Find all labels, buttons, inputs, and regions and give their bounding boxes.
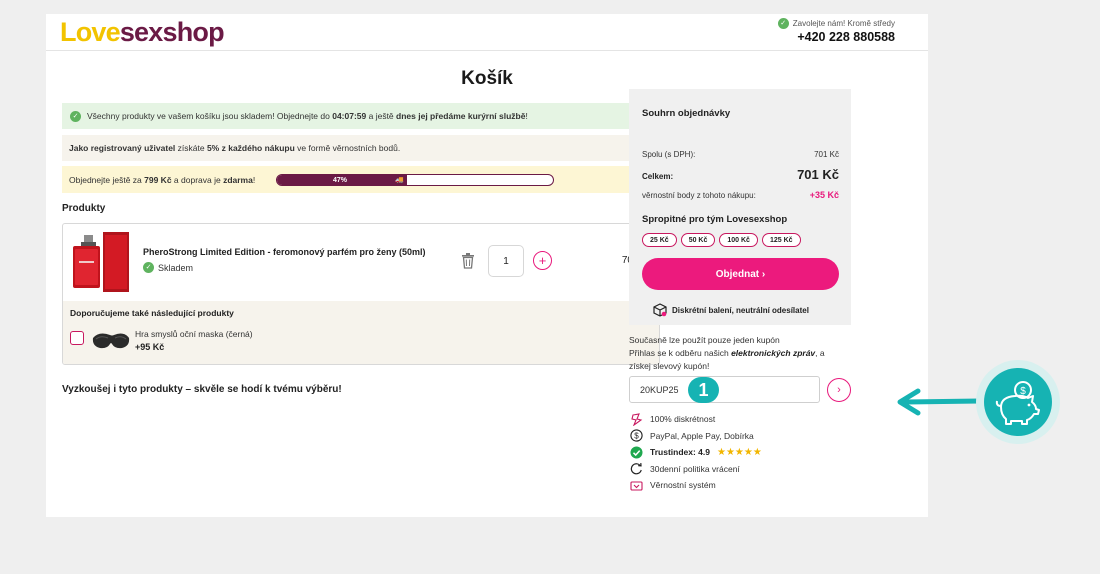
recommended-product-name[interactable]: Hra smyslů oční maska (černá) [135,329,253,339]
recommended-products: Doporučujeme také následující produkty H… [63,301,659,364]
coupon-info: Současně lze použít pouze jeden kupón Př… [629,335,825,371]
benefit-item: 30denní politika vrácení [630,461,762,478]
recommended-checkbox[interactable] [70,331,84,345]
order-button[interactable]: Objednat › [642,258,839,290]
order-summary: Souhrn objednávky Spolu (s DPH): 701 Kč C… [629,89,851,325]
truck-icon: 🚚 [395,177,404,184]
check-icon: ✓ [777,18,789,29]
phone-number[interactable]: +420 228 880588 [778,30,895,44]
progress-label: 47% [333,176,348,184]
quantity-input[interactable]: 1 [488,245,524,277]
trash-icon[interactable] [461,253,475,269]
products-heading: Produkty [62,203,106,214]
cart-item: PheroStrong Limited Edition - feromonový… [63,224,659,301]
free-shipping-message: Objednejte ještě za 799 Kč a doprava je … [62,166,660,193]
benefit-item: Trustindex: 4.9 ★★★★★ [630,444,762,461]
rating-stars: ★★★★★ [717,446,762,458]
discreet-packaging-note: Diskrétní balení, neutrální odesílatel [653,303,809,317]
coupon-input[interactable]: 20KUP25 [629,376,820,403]
benefit-item: $ PayPal, Apple Pay, Dobírka [630,428,762,445]
recommended-heading: Doporučujeme také následující produkty [70,308,234,318]
increase-quantity-button[interactable]: + [533,251,552,270]
total-row: Celkem: 701 Kč [642,167,839,182]
piggy-bank-badge: $ [976,360,1060,444]
benefit-item: Věrnostní systém [630,477,762,494]
product-image[interactable] [69,231,133,293]
contact-note: Zavolejte nám! Kromě středy [792,19,895,28]
return-icon [630,462,643,475]
benefit-item: 100% diskrétnost [630,411,762,428]
loyalty-message: Jako registrovaný uživatel získáte 5% z … [62,135,660,161]
stock-message: ✓ Všechny produkty ve vašem košíku jsou … [62,103,660,129]
eye-mask-image[interactable] [91,329,131,351]
tip-option-125[interactable]: 125 Kč [761,233,801,247]
recommended-product-price: +95 Kč [135,342,165,352]
loyalty-icon [630,479,643,492]
subtotal-row: Spolu (s DPH): 701 Kč [642,150,839,159]
payment-icon: $ [630,429,643,442]
piggy-bank-icon: $ [995,381,1040,425]
check-icon: ✓ [70,110,81,122]
loyalty-points-row: věrnostní body z tohoto nákupu: +35 Kč [642,190,839,200]
cart-items: PheroStrong Limited Edition - feromonový… [62,223,660,365]
product-name[interactable]: PheroStrong Limited Edition - feromonový… [143,247,426,257]
apply-coupon-button[interactable]: › [827,378,851,402]
tip-options: 25 Kč 50 Kč 100 Kč 125 Kč [642,233,801,247]
summary-title: Souhrn objednávky [642,108,731,119]
page-title: Košík [461,68,513,89]
site-header: Lovesexshop ✓ Zavolejte nám! Kromě středy… [46,14,928,51]
tip-heading: Spropitné pro tým Lovesexshop [642,214,788,225]
site-logo[interactable]: Lovesexshop [60,17,225,48]
trustindex-icon [630,446,643,459]
package-icon [653,303,667,317]
step-number-badge: 1 [688,377,719,403]
contact-block: ✓ Zavolejte nám! Kromě středy +420 228 88… [777,18,895,44]
shipping-progress-bar: 47% 🚚 [276,174,554,186]
more-products-heading: Vyzkoušej i tyto produkty – skvěle se ho… [62,384,342,395]
svg-text:$: $ [634,432,639,441]
tip-option-25[interactable]: 25 Kč [642,233,677,247]
benefits-list: 100% diskrétnost $ PayPal, Apple Pay, Do… [630,411,762,494]
tip-option-100[interactable]: 100 Kč [719,233,758,247]
discreet-icon [630,413,643,426]
stock-status: ✓ Skladem [143,262,193,273]
tip-option-50[interactable]: 50 Kč [680,233,716,247]
check-icon: ✓ [143,262,154,273]
